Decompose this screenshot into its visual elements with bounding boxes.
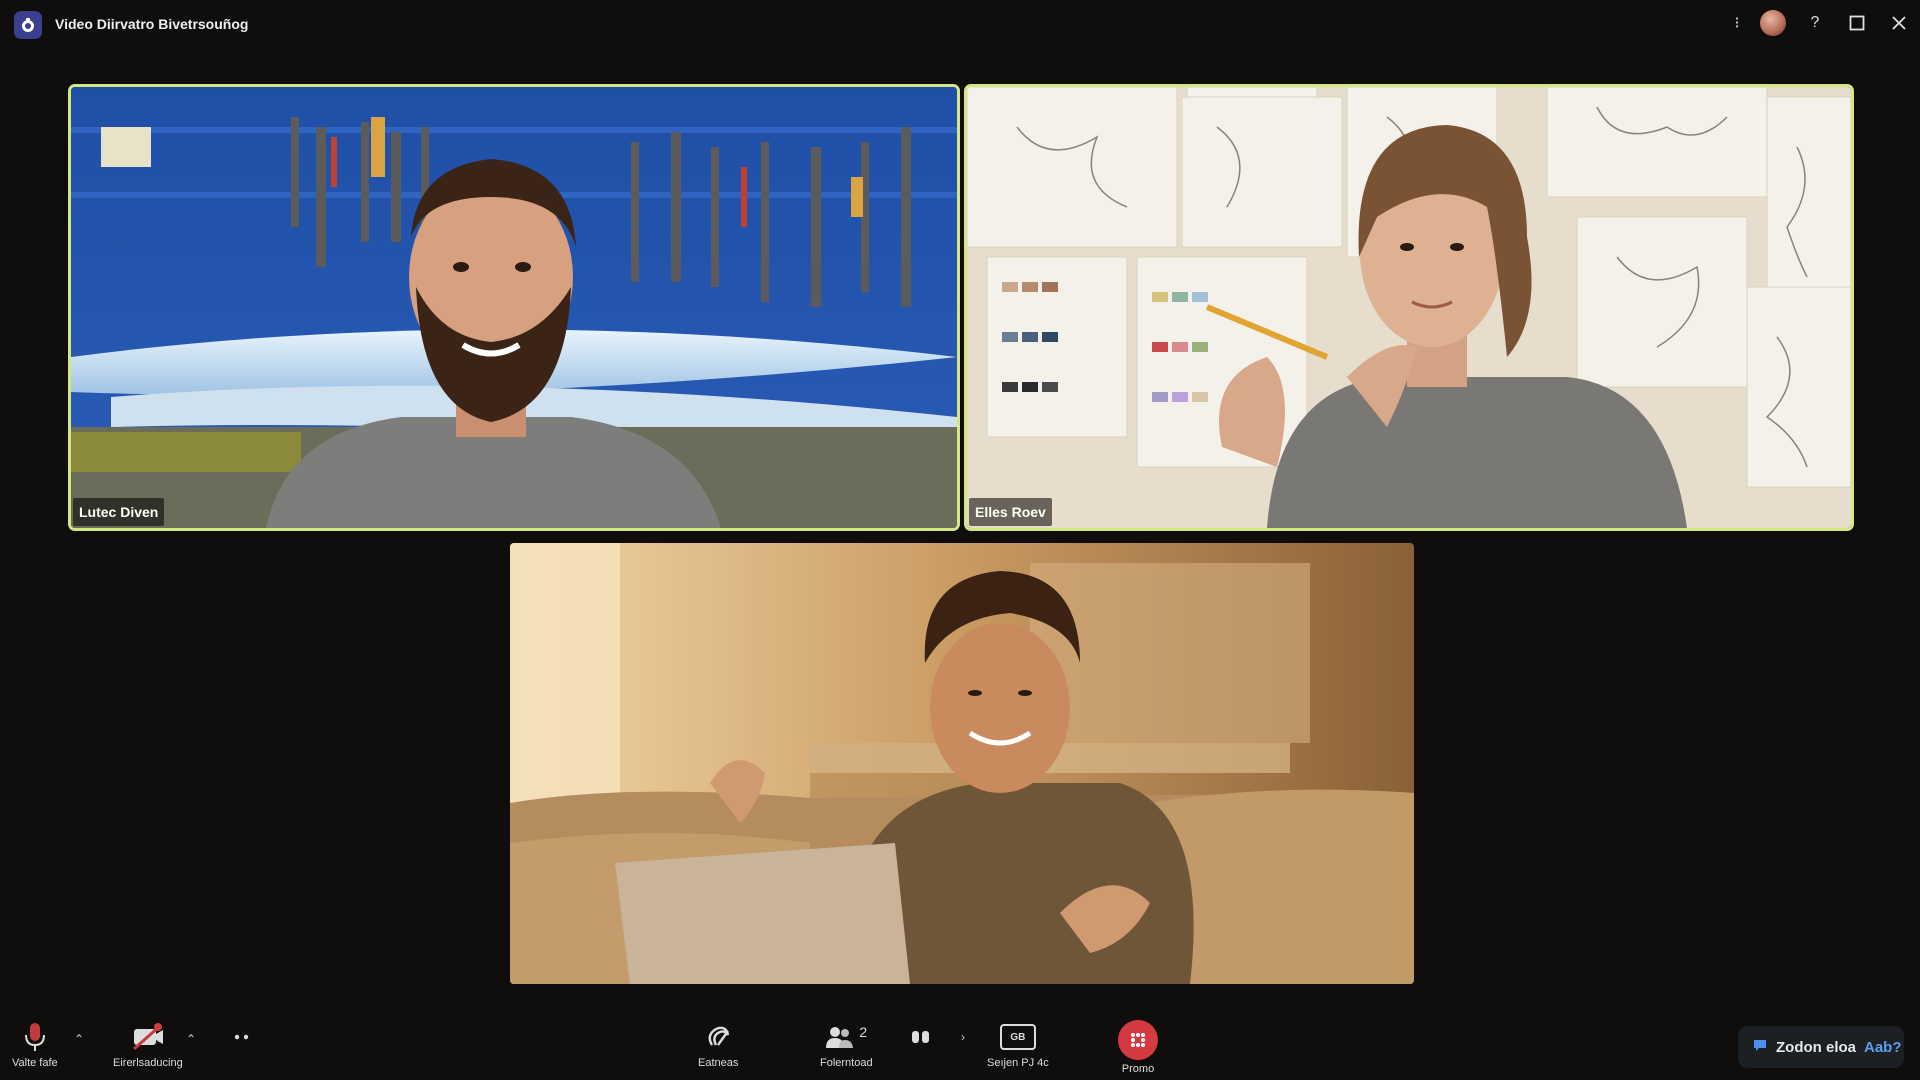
call-toolbar bbox=[0, 1005, 1920, 1080]
maximize-icon[interactable] bbox=[1836, 8, 1878, 38]
title-bar: Video Diirvatro Bivetrsouñog ⁝ ? bbox=[0, 0, 1920, 48]
share-screen-icon: GB bbox=[999, 1020, 1036, 1054]
participants-button[interactable]: 2 Folerntoad bbox=[820, 1020, 873, 1069]
help-icon[interactable]: ? bbox=[1794, 8, 1836, 38]
info-icon[interactable]: ⁝ bbox=[1722, 8, 1752, 38]
share-screen-button[interactable]: GB Seıjen PJ 4c bbox=[987, 1020, 1049, 1069]
promo-button[interactable]: Promo bbox=[1118, 1020, 1158, 1075]
promo-label: Promo bbox=[1121, 1063, 1155, 1075]
separator-chevron-icon: › bbox=[961, 1030, 965, 1044]
avatar[interactable] bbox=[1752, 8, 1794, 38]
effects-icon bbox=[704, 1020, 732, 1054]
video-options-chevron-icon[interactable]: ⌃ bbox=[186, 1032, 196, 1046]
chat-bubble-icon bbox=[1752, 1037, 1768, 1057]
participant-video-art-studio bbox=[967, 87, 1851, 528]
more-options-button[interactable] bbox=[232, 1020, 252, 1054]
participant-video-workshop bbox=[71, 87, 957, 528]
video-label: Eirerlsaducing bbox=[113, 1057, 183, 1069]
participants-count: 2 bbox=[859, 1024, 868, 1040]
video-off-icon bbox=[131, 1020, 165, 1054]
mute-button[interactable]: Valte fafe bbox=[12, 1020, 58, 1069]
effects-label: Eatneas bbox=[698, 1057, 739, 1069]
effects-button[interactable]: Eatneas bbox=[698, 1020, 738, 1069]
video-button[interactable]: Eirerlsaducing bbox=[113, 1020, 183, 1069]
participant-video-living-room bbox=[510, 543, 1414, 984]
share-screen-label: Seıjen PJ 4c bbox=[987, 1057, 1049, 1069]
participant-tile-3[interactable] bbox=[510, 543, 1414, 984]
participant-name: Elles Roev bbox=[969, 498, 1052, 526]
help-link[interactable]: Aab? bbox=[1864, 1039, 1902, 1056]
help-text: Zodon eloa bbox=[1776, 1038, 1856, 1056]
promo-icon bbox=[1118, 1020, 1158, 1060]
participants-icon: 2 bbox=[825, 1020, 867, 1054]
reactions-icon bbox=[910, 1020, 932, 1054]
window-title: Video Diirvatro Bivetrsouñog bbox=[55, 16, 249, 32]
mute-label: Valte fafe bbox=[12, 1057, 58, 1069]
participants-label: Folerntoad bbox=[820, 1057, 873, 1069]
participant-tile-2[interactable]: Elles Roev bbox=[964, 84, 1854, 531]
app-icon bbox=[14, 11, 42, 39]
close-icon[interactable] bbox=[1878, 8, 1920, 38]
help-widget[interactable]: Zodon eloa Aab? bbox=[1738, 1026, 1904, 1068]
mute-options-chevron-icon[interactable]: ⌃ bbox=[74, 1032, 84, 1046]
participant-tile-1[interactable]: Lutec Diven bbox=[68, 84, 960, 531]
microphone-icon bbox=[23, 1020, 47, 1054]
reactions-button[interactable] bbox=[910, 1020, 932, 1054]
participant-name: Lutec Diven bbox=[73, 498, 165, 526]
more-dots-icon bbox=[232, 1020, 252, 1054]
